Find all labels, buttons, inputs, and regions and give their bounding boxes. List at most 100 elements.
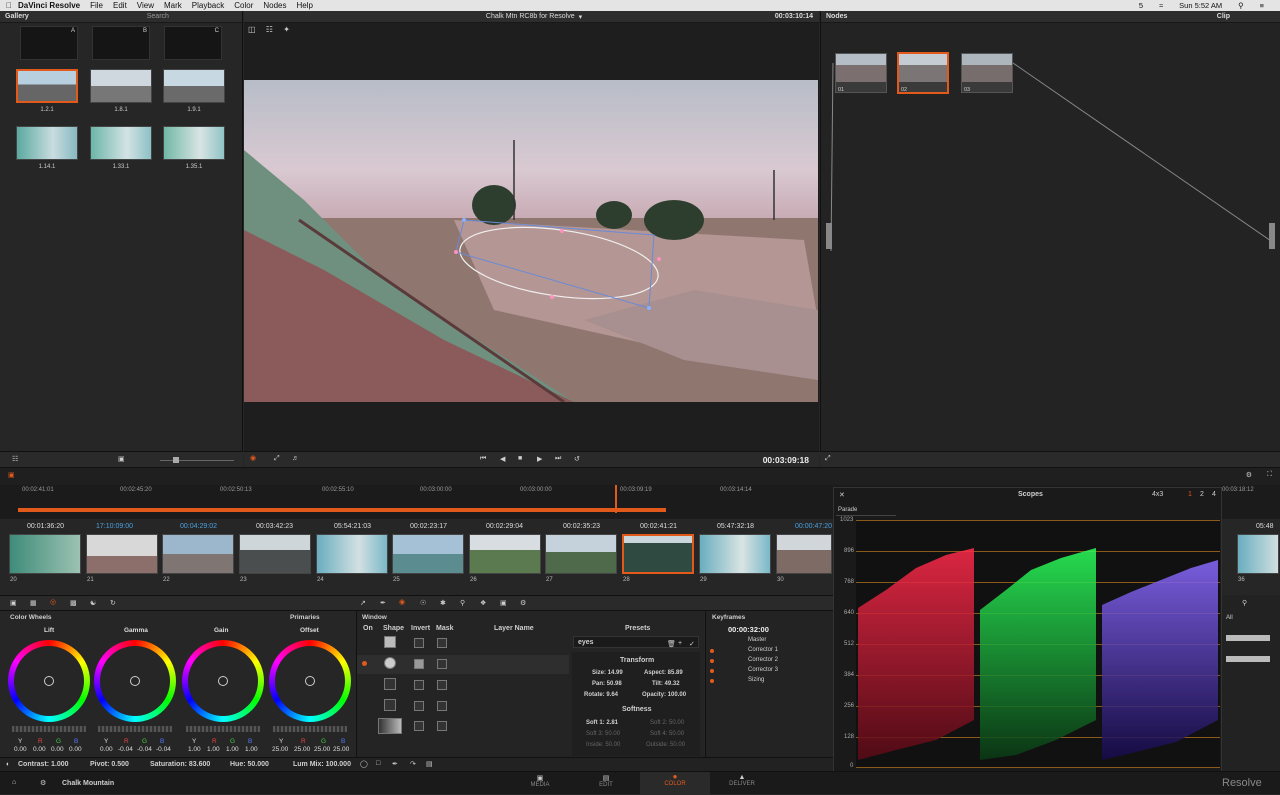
3d-icon[interactable]: ▣: [500, 599, 507, 607]
album-b[interactable]: B: [92, 26, 150, 60]
hue-param[interactable]: Hue: 50.000: [230, 761, 269, 768]
tab-edit[interactable]: ▤ EDIT: [584, 774, 628, 794]
window-on-indicator[interactable]: [362, 661, 367, 666]
node-input-handle[interactable]: [826, 223, 832, 249]
scope-type-dropdown[interactable]: Parade: [836, 506, 896, 516]
opacity-field[interactable]: Opacity: 100.00: [642, 692, 686, 698]
scopes-page-2[interactable]: 2: [1200, 491, 1204, 498]
gamma-master-wheel[interactable]: [98, 726, 172, 732]
shuffle-icon[interactable]: ⤢: [274, 455, 280, 463]
keyframe-sizing[interactable]: Sizing: [748, 677, 764, 683]
gamma-b[interactable]: -0.04: [156, 746, 171, 753]
menu-mark[interactable]: Mark: [164, 1, 182, 10]
timeline-clip[interactable]: [776, 534, 832, 574]
curves-icon[interactable]: ↗: [360, 599, 366, 607]
timeline-clip[interactable]: [392, 534, 464, 574]
timeline-clip[interactable]: [162, 534, 234, 574]
offset-master-wheel[interactable]: [273, 726, 347, 732]
soft3-field[interactable]: Soft 3: 50.00: [586, 731, 620, 737]
mask-toggle[interactable]: [437, 701, 447, 711]
pan-field[interactable]: Pan: 50.98: [592, 681, 622, 687]
blur-icon[interactable]: ✱: [440, 599, 446, 607]
keyframe-corrector-1[interactable]: Corrector 1: [748, 647, 778, 653]
color-wheels-icon[interactable]: ◎: [50, 598, 56, 606]
still-6[interactable]: [163, 126, 225, 160]
invert-toggle[interactable]: [414, 680, 424, 690]
qualifier-icon[interactable]: ✒: [380, 599, 386, 607]
circle-window-shape[interactable]: [384, 657, 396, 669]
gear-icon[interactable]: ⚙: [520, 599, 526, 607]
auto-balance-icon[interactable]: ◐: [6, 761, 10, 768]
mask-toggle[interactable]: [437, 721, 447, 731]
window-square-tool-icon[interactable]: □: [376, 760, 380, 767]
lift-b[interactable]: 0.00: [69, 746, 82, 753]
add-preset-icon[interactable]: +: [678, 640, 682, 647]
invert-toggle[interactable]: [414, 659, 424, 669]
keyframe-dot[interactable]: [710, 679, 714, 683]
curve-window-shape[interactable]: [384, 699, 396, 711]
still-1[interactable]: [16, 69, 78, 103]
gallery-search[interactable]: Search: [147, 13, 169, 20]
gain-y[interactable]: 1.00: [188, 746, 201, 753]
window-grad-tool-icon[interactable]: ▤: [426, 760, 433, 768]
split-view-icon[interactable]: ☷: [266, 25, 273, 34]
gain-g[interactable]: 1.00: [226, 746, 239, 753]
lummix-param[interactable]: Lum Mix: 100.000: [293, 761, 351, 768]
tracker-icon[interactable]: ☉: [420, 599, 426, 607]
timeline-mode-icon[interactable]: ▣: [8, 471, 15, 479]
timeline-settings-icon[interactable]: ⚙: [1246, 471, 1252, 479]
offset-puck[interactable]: [305, 676, 315, 686]
zoom-icon[interactable]: ⚲: [1242, 599, 1247, 607]
grid-view-icon[interactable]: ☷: [12, 455, 18, 463]
tilt-field[interactable]: Tilt: 49.32: [652, 681, 680, 687]
camera-raw-icon[interactable]: ▣: [10, 599, 17, 607]
menu-file[interactable]: File: [90, 1, 103, 10]
keyframe-corrector-3[interactable]: Corrector 3: [748, 667, 778, 673]
inside-field[interactable]: Inside: 50.00: [586, 742, 620, 748]
album-c[interactable]: C: [164, 26, 222, 60]
pick-icon[interactable]: ⤢: [825, 455, 831, 463]
window-pen-tool-icon[interactable]: ✒: [392, 760, 398, 768]
gain-r[interactable]: 1.00: [207, 746, 220, 753]
still-5[interactable]: [90, 126, 152, 160]
offset-b[interactable]: 25.00: [333, 746, 349, 753]
keyframe-track[interactable]: ⚲ All: [1222, 595, 1280, 771]
gain-master-wheel[interactable]: [186, 726, 260, 732]
scopes-page-1[interactable]: 1: [1188, 491, 1192, 498]
gain-b[interactable]: 1.00: [245, 746, 258, 753]
clock[interactable]: Sun 5:52 AM: [1179, 1, 1222, 10]
gamma-puck[interactable]: [130, 676, 140, 686]
single-view-icon[interactable]: ◫: [248, 25, 256, 34]
offset-r[interactable]: 25.00: [294, 746, 310, 753]
timeline-progress[interactable]: [18, 508, 666, 512]
timeline-clip[interactable]: [469, 534, 541, 574]
timeline-clip[interactable]: [9, 534, 81, 574]
loop-icon[interactable]: ↺: [574, 455, 580, 463]
search-icon[interactable]: ⚲: [1238, 1, 1244, 10]
play-icon[interactable]: ▶: [537, 455, 542, 463]
keyframe-bar[interactable]: [1226, 635, 1270, 641]
album-a[interactable]: A: [20, 26, 78, 60]
contrast-param[interactable]: Contrast: 1.000: [18, 761, 69, 768]
still-2[interactable]: [90, 69, 152, 103]
wifi-icon[interactable]: ≈: [1159, 1, 1163, 10]
invert-toggle[interactable]: [414, 701, 424, 711]
lift-r[interactable]: 0.00: [33, 746, 46, 753]
tab-media[interactable]: ▣ MEDIA: [518, 774, 562, 794]
timeline-clip[interactable]: [1237, 534, 1279, 574]
keyframe-bar[interactable]: [1226, 656, 1270, 662]
timeline-clip[interactable]: [699, 534, 771, 574]
offset-y[interactable]: 25.00: [272, 746, 288, 753]
gallery-zoom-handle[interactable]: [173, 457, 179, 463]
tab-color[interactable]: ● COLOR: [640, 772, 710, 795]
lift-master-wheel[interactable]: [12, 726, 86, 732]
menu-color[interactable]: Color: [234, 1, 253, 10]
menu-playback[interactable]: Playback: [192, 1, 224, 10]
scopes-page-4[interactable]: 4: [1212, 491, 1216, 498]
timeline-clip[interactable]: [316, 534, 388, 574]
window-curve-tool-icon[interactable]: ↷: [410, 760, 416, 768]
wand-icon[interactable]: ✦: [283, 25, 290, 34]
volume-icon[interactable]: ♬: [292, 455, 299, 462]
mask-toggle[interactable]: [437, 638, 447, 648]
color-wheels-mode[interactable]: Primaries: [290, 614, 320, 621]
